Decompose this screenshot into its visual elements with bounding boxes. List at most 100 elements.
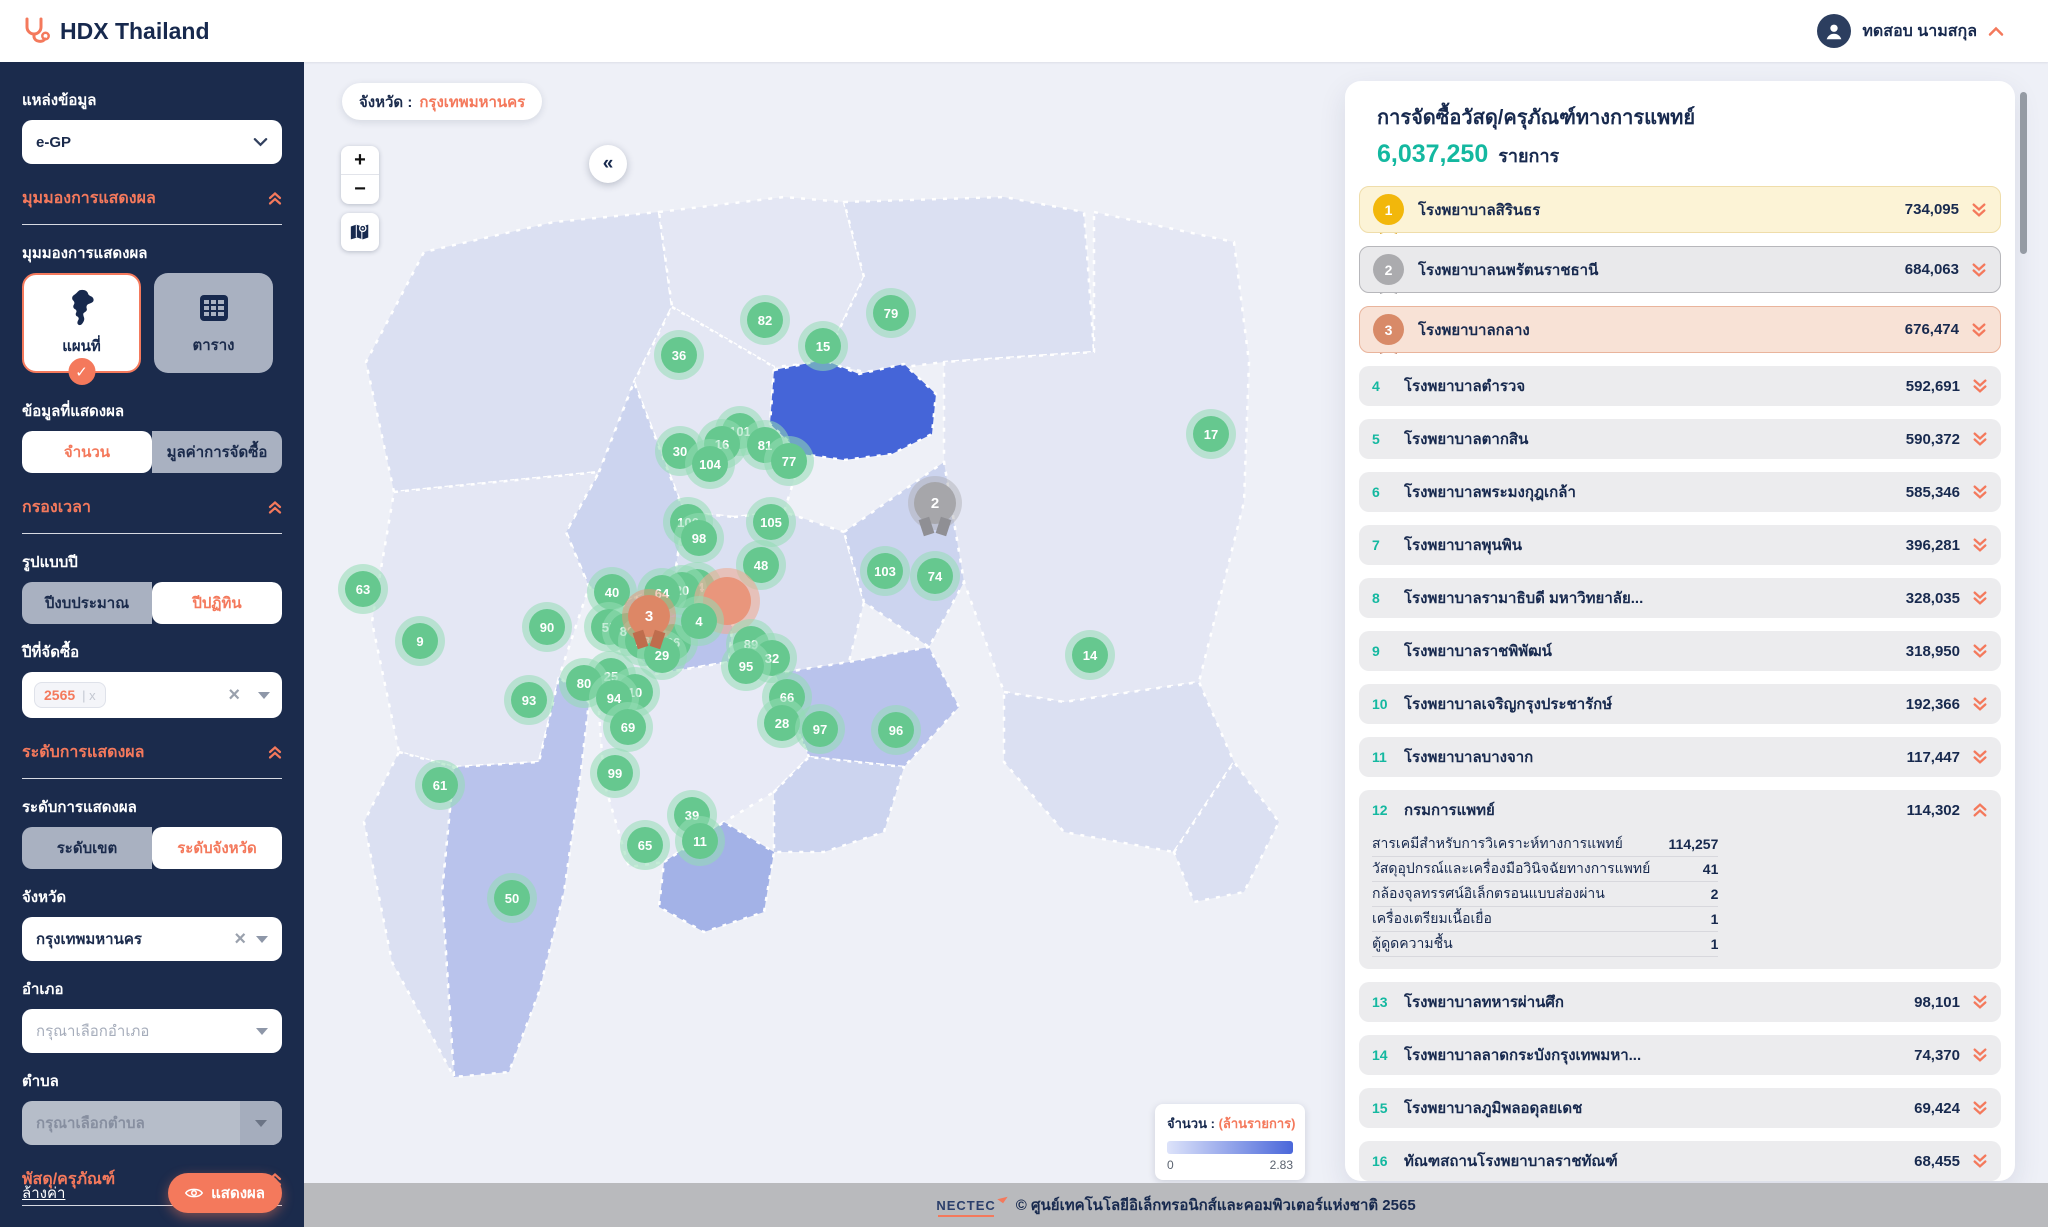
chevron-down-icon[interactable] — [256, 1028, 268, 1035]
view-table-button[interactable]: ตาราง — [154, 273, 273, 373]
year-tag-remove[interactable]: | x — [82, 688, 96, 703]
zoom-out-button[interactable]: − — [341, 175, 379, 204]
year-tag[interactable]: 2565 | x — [34, 682, 106, 708]
hospital-row[interactable]: 12 กรมการแพทย์ 114,302 — [1359, 790, 2001, 830]
chevron-down-icon[interactable] — [258, 692, 270, 699]
double-chevron-down-icon[interactable] — [1972, 1047, 1988, 1063]
toggle-district-level[interactable]: ระดับเขต — [22, 827, 152, 869]
source-label: แหล่งข้อมูล — [22, 88, 282, 112]
map-cluster-marker[interactable]: 28 — [764, 705, 800, 741]
hospital-row[interactable]: 7 โรงพยาบาลพุนพิน 396,281 — [1359, 525, 2001, 565]
map-cluster-marker[interactable]: 48 — [743, 547, 779, 583]
double-chevron-down-icon[interactable] — [1972, 537, 1988, 553]
hospital-row[interactable]: 8 โรงพยาบาลรามาธิบดี มหาวิทยาลัย... 328,… — [1359, 578, 2001, 618]
hospital-row[interactable]: 10 โรงพยาบาลเจริญกรุงประชารักษ์ 192,366 — [1359, 684, 2001, 724]
clear-icon[interactable]: × — [228, 685, 240, 705]
map-cluster-marker[interactable]: 93 — [511, 682, 547, 718]
map-cluster-marker[interactable]: 40 — [594, 574, 630, 610]
double-chevron-down-icon[interactable] — [1972, 431, 1988, 447]
chevron-down-icon[interactable] — [256, 936, 268, 943]
map-cluster-marker[interactable]: 97 — [802, 711, 838, 747]
clear-values-link[interactable]: ล้างค่า — [22, 1181, 65, 1205]
double-chevron-down-icon[interactable] — [1972, 994, 1988, 1010]
clear-icon[interactable]: × — [234, 929, 246, 949]
province-select[interactable]: กรุงเทพมหานคร × — [22, 917, 282, 961]
rank-number: 8 — [1372, 590, 1404, 606]
map-cluster-marker[interactable]: 99 — [597, 755, 633, 791]
map-cluster-marker[interactable]: 63 — [345, 571, 381, 607]
collapse-sidebar-button[interactable]: « — [589, 145, 627, 183]
hospital-row[interactable]: 16 ทัณฑสถานโรงพยาบาลราชทัณฑ์ 68,455 — [1359, 1141, 2001, 1181]
map-cluster-marker[interactable]: 74 — [917, 558, 953, 594]
map-cluster-marker[interactable]: 17 — [1193, 416, 1229, 452]
toggle-calendar-year[interactable]: ปีปฏิทิน — [152, 582, 282, 624]
map-cluster-marker[interactable]: 15 — [805, 328, 841, 364]
toggle-count[interactable]: จำนวน — [22, 431, 152, 473]
map-cluster-marker[interactable]: 69 — [610, 709, 646, 745]
double-chevron-down-icon[interactable] — [1972, 378, 1988, 394]
map-canvas[interactable]: 82 79 36 15 17 101 30 16 104 81 77 106 9… — [304, 62, 2048, 1183]
map-cluster-marker[interactable]: 36 — [661, 337, 697, 373]
map-cluster-marker[interactable]: 104 — [692, 446, 728, 482]
map-cluster-marker[interactable]: 65 — [627, 827, 663, 863]
double-chevron-down-icon[interactable] — [1971, 262, 1987, 278]
hospital-row[interactable]: 2 โรงพยาบาลนพรัตนราชธานี 684,063 — [1359, 246, 2001, 293]
zoom-in-button[interactable]: + — [341, 146, 379, 175]
toggle-province-level[interactable]: ระดับจังหวัด — [152, 827, 282, 869]
map-cluster-marker[interactable]: 11 — [682, 823, 718, 859]
toggle-fiscal-year[interactable]: ปีงบประมาณ — [22, 582, 152, 624]
show-results-button[interactable]: แสดงผล — [168, 1173, 282, 1213]
purchase-year-select[interactable]: 2565 | x × — [22, 672, 282, 718]
view-map-button[interactable]: แผนที่ ✓ — [22, 273, 141, 373]
hospital-row[interactable]: 3 โรงพยาบาลกลาง 676,474 — [1359, 306, 2001, 353]
hospital-row[interactable]: 14 โรงพยาบาลลาดกระบังกรุงเทพมหา... 74,37… — [1359, 1035, 2001, 1075]
double-chevron-down-icon[interactable] — [1972, 590, 1988, 606]
map-cluster-marker[interactable]: 82 — [747, 302, 783, 338]
double-chevron-down-icon[interactable] — [1972, 1100, 1988, 1116]
amphoe-select[interactable]: กรุณาเลือกอำเภอ — [22, 1009, 282, 1053]
map-medal-marker[interactable]: 3 — [628, 595, 670, 637]
hospital-row-expanded[interactable]: 12 กรมการแพทย์ 114,302 สารเคมีสำหรับการว… — [1359, 790, 2001, 969]
double-chevron-down-icon[interactable] — [1972, 1153, 1988, 1169]
source-select[interactable]: e-GP — [22, 120, 282, 164]
map-cluster-marker[interactable]: 90 — [529, 609, 565, 645]
double-chevron-down-icon[interactable] — [1971, 322, 1987, 338]
map-cluster-marker[interactable]: 4 — [681, 603, 717, 639]
hospital-row[interactable]: 15 โรงพยาบาลภูมิพลอดุลยเดช 69,424 — [1359, 1088, 2001, 1128]
map-cluster-marker[interactable]: 50 — [494, 880, 530, 916]
map-cluster-marker[interactable]: 9 — [402, 623, 438, 659]
hospital-row[interactable]: 5 โรงพยาบาลตากสิน 590,372 — [1359, 419, 2001, 459]
panel-scrollbar[interactable] — [2020, 92, 2027, 254]
map-cluster-marker[interactable]: 103 — [867, 553, 903, 589]
hospital-row[interactable]: 1 โรงพยาบาลสิรินธร 734,095 — [1359, 186, 2001, 233]
hospital-row[interactable]: 13 โรงพยาบาลทหารผ่านศึก 98,101 — [1359, 982, 2001, 1022]
hospital-row[interactable]: 11 โรงพยาบาลบางจาก 117,447 — [1359, 737, 2001, 777]
section-time-filter[interactable]: กรองเวลา — [22, 495, 282, 520]
user-menu[interactable]: ทดสอบ นามสกุล — [1817, 14, 2004, 48]
double-chevron-down-icon[interactable] — [1972, 484, 1988, 500]
map-cluster-marker[interactable]: 105 — [753, 504, 789, 540]
map-cluster-marker[interactable]: 61 — [422, 767, 458, 803]
map-cluster-marker[interactable]: 96 — [878, 712, 914, 748]
double-chevron-down-icon[interactable] — [1972, 696, 1988, 712]
map-medal-marker[interactable]: 2 — [914, 482, 956, 524]
province-chip: จังหวัด : กรุงเทพมหานคร — [342, 83, 542, 120]
hospital-row[interactable]: 6 โรงพยาบาลพระมงกุฎเกล้า 585,346 — [1359, 472, 2001, 512]
double-chevron-down-icon[interactable] — [1971, 202, 1987, 218]
map-cluster-marker[interactable]: 98 — [681, 520, 717, 556]
toggle-purchase-value[interactable]: มูลค่าการจัดซื้อ — [152, 431, 282, 473]
hospital-row[interactable]: 4 โรงพยาบาลตำรวจ 592,691 — [1359, 366, 2001, 406]
map-cluster-marker[interactable]: 95 — [728, 648, 764, 684]
map-cluster-marker[interactable]: 14 — [1072, 637, 1108, 673]
map-cluster-marker[interactable]: 79 — [873, 295, 909, 331]
section-view-mode[interactable]: มุมมองการแสดงผล — [22, 186, 282, 211]
medal-icon: 1 — [1373, 194, 1404, 225]
section-display-level[interactable]: ระดับการแสดงผล — [22, 740, 282, 765]
user-name: ทดสอบ นามสกุล — [1862, 19, 1977, 44]
map-layers-button[interactable] — [341, 213, 379, 251]
double-chevron-down-icon[interactable] — [1972, 802, 1988, 818]
double-chevron-down-icon[interactable] — [1972, 643, 1988, 659]
map-cluster-marker[interactable]: 77 — [771, 443, 807, 479]
double-chevron-down-icon[interactable] — [1972, 749, 1988, 765]
hospital-row[interactable]: 9 โรงพยาบาลราชพิพัฒน์ 318,950 — [1359, 631, 2001, 671]
